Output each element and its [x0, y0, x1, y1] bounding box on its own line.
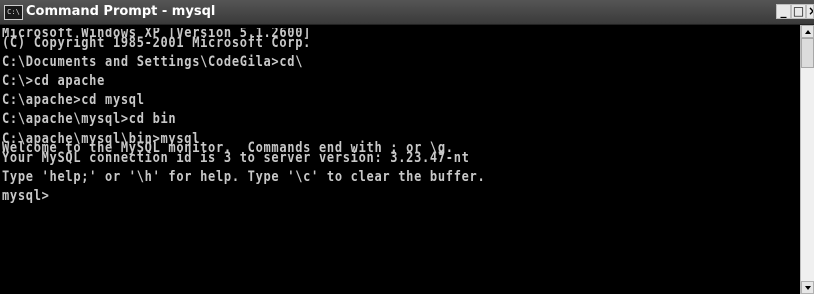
scroll-down-arrow-icon[interactable] [801, 281, 814, 294]
close-button[interactable]: × [806, 4, 814, 19]
window-title: Command Prompt - mysql [26, 4, 216, 19]
title-bar[interactable]: C:\ Command Prompt - mysql _ □ × [0, 0, 814, 25]
command-prompt-line: mysql> [2, 187, 50, 204]
scroll-up-arrow-icon[interactable] [801, 25, 814, 38]
vertical-scrollbar[interactable] [800, 25, 814, 294]
minimize-button[interactable]: _ [776, 4, 791, 19]
scrollbar-thumb[interactable] [801, 38, 814, 68]
console-icon: C:\ [4, 5, 23, 20]
command-prompt-window: C:\ Command Prompt - mysql _ □ × Microso… [0, 0, 814, 294]
console-output[interactable]: Microsoft Windows XP [Version 5.1.2600](… [2, 28, 795, 292]
maximize-button[interactable]: □ [791, 4, 806, 19]
